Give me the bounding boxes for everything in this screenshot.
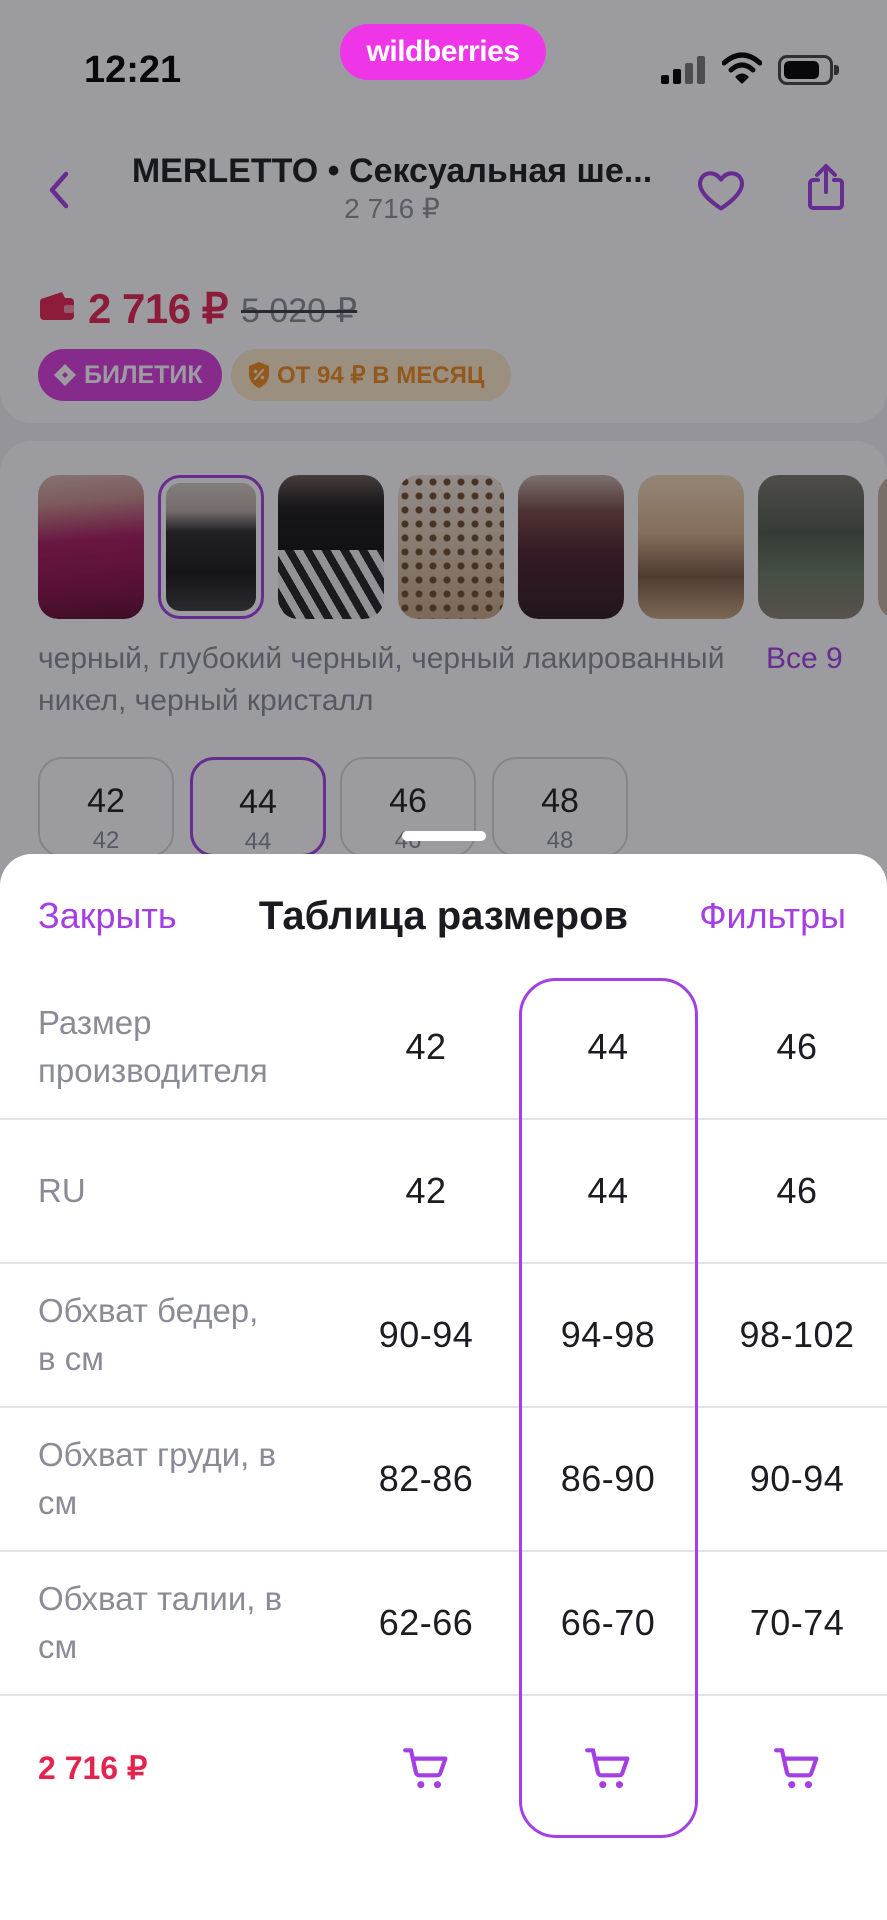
filters-button[interactable]: Фильтры: [699, 894, 846, 938]
size-cell[interactable]: 86-90: [506, 1408, 710, 1550]
cart-icon: [585, 1748, 630, 1789]
size-cell[interactable]: 98-102: [710, 1264, 884, 1406]
table-row: Обхват бедер, в см 90-94 94-98 98-102: [0, 1264, 887, 1408]
size-cell[interactable]: 94-98: [506, 1264, 710, 1406]
size-cell[interactable]: 42: [346, 976, 506, 1118]
size-cell[interactable]: 42: [346, 1120, 506, 1262]
cart-icon: [403, 1748, 448, 1789]
size-table-sheet: Закрыть Таблица размеров Фильтры Размер …: [0, 854, 887, 1920]
row-label: Размер производителя: [38, 1004, 268, 1089]
row-label: Обхват груди, в см: [38, 1436, 277, 1521]
size-cell[interactable]: 82-86: [346, 1408, 506, 1550]
size-cell[interactable]: 70-74: [710, 1552, 884, 1694]
table-footer: 2 716 ₽: [0, 1696, 887, 1840]
add-to-cart-button[interactable]: [770, 1743, 824, 1793]
size-cell[interactable]: 90-94: [710, 1408, 884, 1550]
size-cell[interactable]: 90-94: [346, 1264, 506, 1406]
size-cell[interactable]: 66-70: [506, 1552, 710, 1694]
row-label: Обхват талии, в см: [38, 1580, 283, 1665]
add-to-cart-button[interactable]: [399, 1743, 453, 1793]
cart-icon: [774, 1748, 819, 1789]
table-row: Обхват талии, в см 62-66 66-70 70-74: [0, 1552, 887, 1696]
row-label: RU: [38, 1172, 86, 1209]
size-cell[interactable]: 46: [710, 976, 884, 1118]
size-cell[interactable]: 62-66: [346, 1552, 506, 1694]
row-label: Обхват бедер, в см: [38, 1292, 259, 1377]
table-row: Размер производителя 42 44 46: [0, 976, 887, 1120]
table-row: RU 42 44 46: [0, 1120, 887, 1264]
table-row: Обхват груди, в см 82-86 86-90 90-94: [0, 1408, 887, 1552]
size-table: Размер производителя 42 44 46 RU 42 44 4…: [0, 976, 887, 1840]
size-cell[interactable]: 44: [506, 1120, 710, 1262]
close-button[interactable]: Закрыть: [38, 894, 177, 938]
footer-price: 2 716 ₽: [38, 1750, 148, 1786]
size-cell[interactable]: 46: [710, 1120, 884, 1262]
wildberries-logo: wildberries: [340, 24, 546, 80]
size-cell[interactable]: 44: [506, 976, 710, 1118]
add-to-cart-button[interactable]: [581, 1743, 635, 1793]
sheet-grab-handle[interactable]: [402, 831, 486, 841]
